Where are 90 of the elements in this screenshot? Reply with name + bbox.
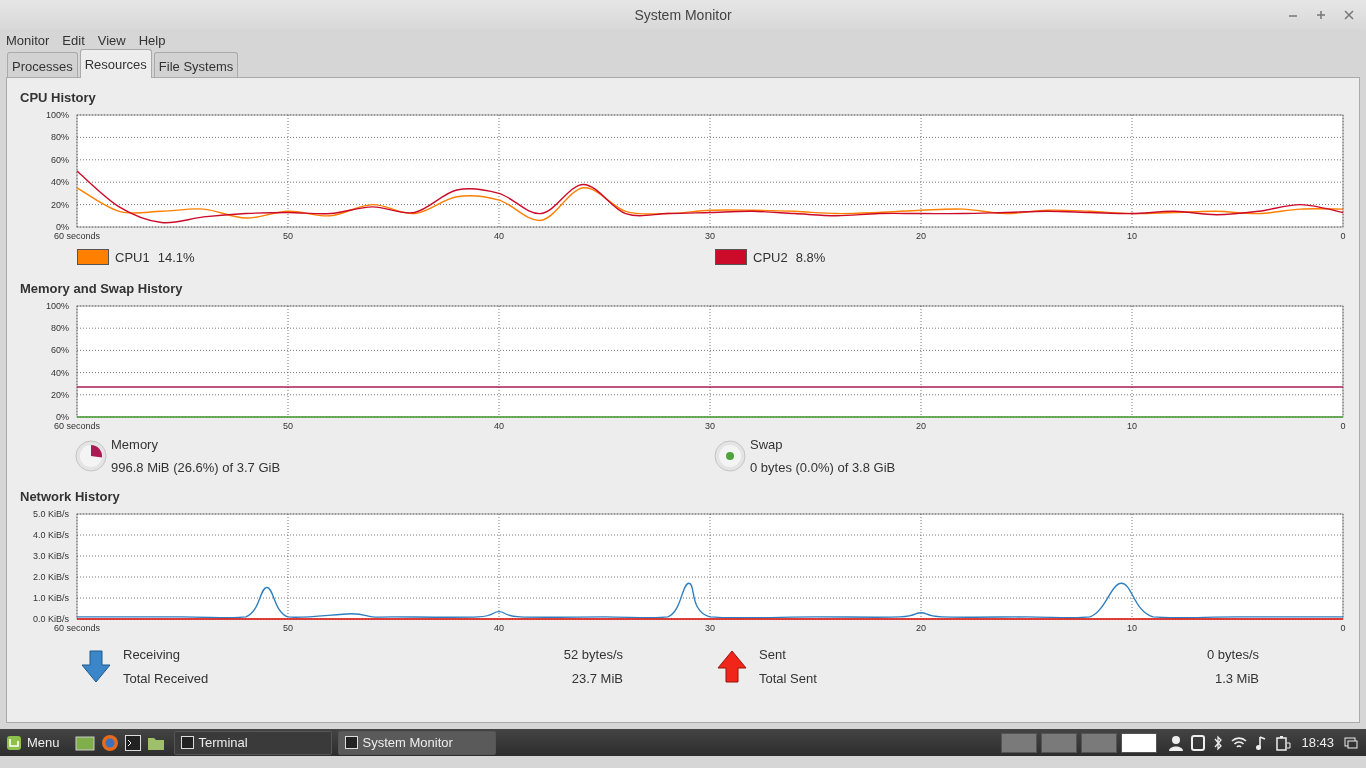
- series-label: Sent: [759, 647, 787, 662]
- axis-tick-label: 100%: [45, 110, 69, 120]
- down-arrow-icon: [81, 649, 111, 684]
- axis-tick-label: 40%: [51, 177, 69, 188]
- axis-tick-label: 10: [1127, 623, 1137, 633]
- rate-value: 0 bytes/s: [1205, 647, 1259, 662]
- show-desktop-icon[interactable]: [1344, 735, 1358, 750]
- tab[interactable]: File Systems: [153, 52, 239, 78]
- axis-tick-label: 0.0 KiB/s: [32, 614, 69, 624]
- color-swatch[interactable]: [77, 249, 109, 265]
- axis-tick-label: 0%: [56, 412, 69, 422]
- axis-tick-label: 20: [916, 421, 926, 431]
- axis-tick-label: 3.0 KiB/s: [32, 551, 69, 561]
- battery-icon[interactable]: [1275, 734, 1292, 751]
- rate-value: 52 bytes/s: [562, 647, 623, 662]
- axis-tick-label: 50: [283, 421, 293, 431]
- series-reading: 8.8%: [795, 249, 826, 265]
- series-label: Swap: [750, 437, 784, 452]
- section-heading: Network History: [19, 489, 121, 505]
- axis-tick-label: 10: [1127, 231, 1137, 241]
- axis-tick-label: 1.0 KiB/s: [32, 593, 69, 603]
- axis-tick-label: 20%: [51, 389, 69, 400]
- axis-tick-label: 60%: [51, 345, 69, 356]
- axis-tick-label: 100%: [45, 301, 69, 311]
- axis-tick-label: 60%: [51, 154, 69, 165]
- app-icon: [180, 736, 194, 749]
- total-label: Total Received: [123, 671, 210, 686]
- axis-tick-label: 80%: [51, 323, 69, 334]
- axis-tick-label: 0: [1340, 421, 1346, 431]
- axis-tick-label: 0: [1340, 231, 1346, 241]
- desktop-icon[interactable]: [74, 733, 95, 752]
- axis-tick-label: 40: [494, 421, 504, 431]
- section-heading: Memory and Swap History: [19, 281, 184, 297]
- window-button[interactable]: System Monitor: [337, 730, 496, 755]
- usage-pie-icon[interactable]: [75, 440, 107, 472]
- usage-reading: 0 bytes (0.0%) of 3.8 GiB: [750, 460, 896, 475]
- clock[interactable]: 18:43: [1301, 735, 1334, 750]
- menu-item[interactable]: Monitor: [6, 32, 50, 48]
- axis-tick-label: 30: [705, 421, 715, 431]
- total-value: 23.7 MiB: [570, 671, 623, 686]
- axis-tick-label: 40%: [51, 367, 69, 378]
- menu-item[interactable]: View: [97, 32, 126, 48]
- series-label: Memory: [111, 437, 159, 452]
- axis-tick-label: 20: [916, 623, 926, 633]
- terminal-icon[interactable]: [124, 734, 141, 751]
- axis-tick-label: 0: [1340, 623, 1346, 633]
- start-menu-button[interactable]: Menu: [4, 734, 66, 751]
- wifi-icon[interactable]: [1231, 735, 1248, 750]
- series-label: CPU1: [115, 249, 150, 265]
- axis-tick-label: 50: [283, 231, 293, 241]
- axis-tick-label: 5.0 KiB/s: [32, 509, 69, 519]
- series-label: CPU2: [753, 249, 788, 265]
- series-reading: 14.1%: [157, 249, 195, 265]
- axis-tick-label: 0%: [56, 222, 69, 232]
- axis-tick-label: 60 seconds: [54, 421, 100, 431]
- maximize-icon[interactable]: [1316, 10, 1326, 20]
- axis-tick-label: 40: [494, 231, 504, 241]
- workspace-switcher[interactable]: [1001, 732, 1158, 753]
- app-icon: [344, 736, 358, 749]
- axis-tick-label: 40: [494, 623, 504, 633]
- color-swatch[interactable]: [715, 249, 747, 265]
- series-label: Receiving: [123, 647, 182, 662]
- user-icon[interactable]: [1169, 734, 1184, 751]
- total-label: Total Sent: [759, 671, 818, 686]
- close-icon[interactable]: [1344, 10, 1354, 20]
- axis-tick-label: 80%: [51, 132, 69, 143]
- window-button[interactable]: Terminal: [173, 730, 332, 755]
- axis-tick-label: 4.0 KiB/s: [32, 530, 69, 540]
- axis-tick-label: 30: [705, 231, 715, 241]
- axis-tick-label: 60 seconds: [54, 623, 100, 633]
- axis-tick-label: 20: [916, 231, 926, 241]
- axis-tick-label: 20%: [51, 199, 69, 210]
- tab[interactable]: Resources: [79, 49, 152, 78]
- axis-tick-label: 60 seconds: [54, 231, 100, 241]
- browser-icon[interactable]: [100, 733, 119, 752]
- menu-item[interactable]: Edit: [62, 32, 85, 48]
- menu-item[interactable]: Help: [138, 32, 166, 48]
- up-arrow-icon: [717, 649, 747, 684]
- axis-tick-label: 10: [1127, 421, 1137, 431]
- music-note-icon[interactable]: [1255, 734, 1268, 751]
- usage-reading: 996.8 MiB (26.6%) of 3.7 GiB: [111, 460, 281, 475]
- window-title: System Monitor: [634, 7, 732, 23]
- axis-tick-label: 50: [283, 623, 293, 633]
- axis-tick-label: 30: [705, 623, 715, 633]
- total-value: 1.3 MiB: [1213, 671, 1259, 686]
- axis-tick-label: 2.0 KiB/s: [32, 572, 69, 582]
- bluetooth-icon[interactable]: [1213, 734, 1224, 751]
- tab[interactable]: Processes: [7, 52, 78, 78]
- section-heading: CPU History: [19, 90, 97, 106]
- usage-pie-icon[interactable]: [714, 440, 746, 472]
